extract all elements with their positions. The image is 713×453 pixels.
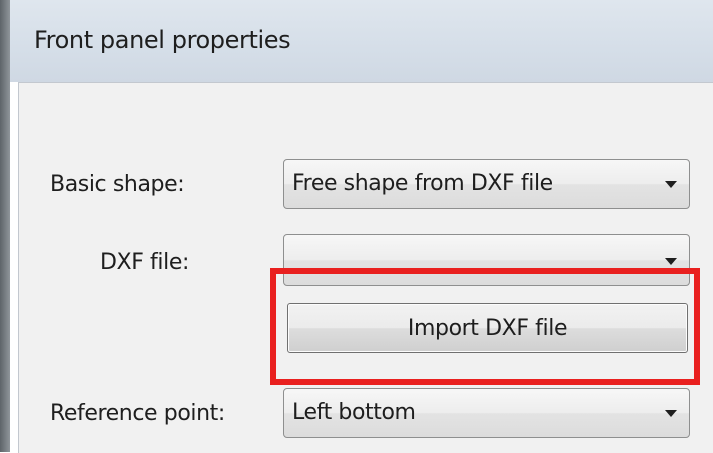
title-bar[interactable]: Front panel properties [10,0,713,82]
reference-point-value: Left bottom [292,400,416,425]
window-left-border [0,0,10,452]
reference-point-label: Reference point: [50,401,225,426]
import-dxf-button[interactable]: Import DXF file [287,303,688,353]
basic-shape-label: Basic shape: [50,172,185,197]
dxf-file-label: DXF file: [100,250,189,275]
chevron-down-icon [665,410,677,417]
window-title: Front panel properties [34,26,291,54]
dxf-file-dropdown[interactable] [283,234,690,286]
reference-point-dropdown[interactable]: Left bottom [283,388,690,438]
chevron-down-icon [665,258,677,265]
basic-shape-value: Free shape from DXF file [292,171,553,196]
properties-window: Front panel properties Basic shape: Free… [0,0,713,453]
basic-shape-dropdown[interactable]: Free shape from DXF file [283,159,690,209]
chevron-down-icon [665,181,677,188]
